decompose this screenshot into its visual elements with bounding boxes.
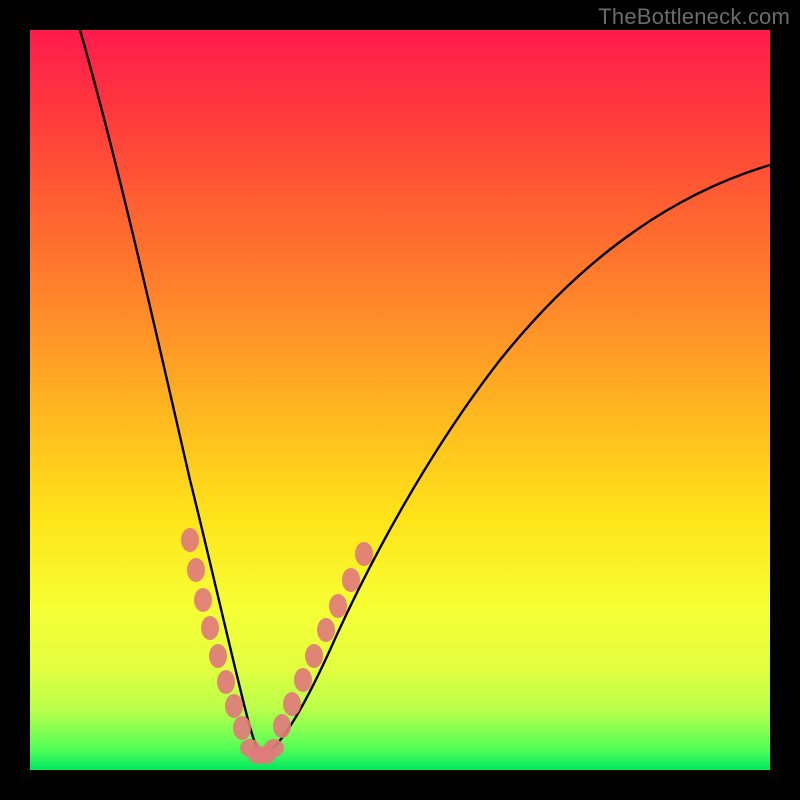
left-curve xyxy=(80,30,262,757)
chart-svg xyxy=(30,30,770,770)
chart-plot-area xyxy=(30,30,770,770)
marker-group-bottom xyxy=(240,739,284,764)
watermark-text: TheBottleneck.com xyxy=(598,4,790,30)
chart-frame: TheBottleneck.com xyxy=(0,0,800,800)
marker-group-left xyxy=(181,528,251,740)
marker-group-right xyxy=(273,542,373,738)
right-curve xyxy=(262,165,770,757)
